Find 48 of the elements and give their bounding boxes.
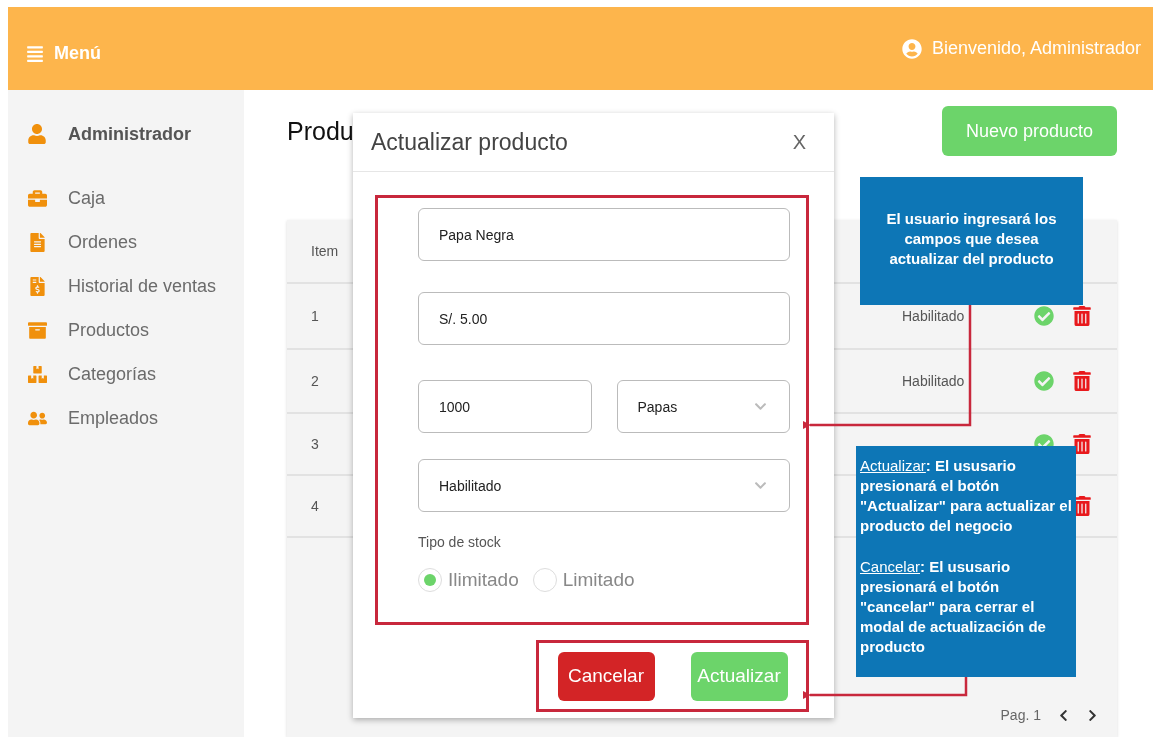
cancel-button[interactable]: Cancelar [557,651,655,701]
sidebar-item[interactable]: Ordenes [68,231,138,253]
page-label: Pag. 1 [1000,707,1041,723]
trash-icon[interactable] [1072,306,1092,326]
table-cell: Habilitado [902,373,965,389]
sidebar-item[interactable]: Categorías [68,363,157,385]
invoice-icon[interactable] [27,276,47,296]
close-button[interactable]: X [792,130,806,154]
menu-icon[interactable] [26,44,44,63]
next-page-icon[interactable] [1086,708,1099,722]
input-field[interactable]: 1000 [418,380,592,433]
select-field[interactable]: Papas [616,380,790,433]
sidebar-item[interactable]: Empleados [68,407,159,429]
check-icon[interactable] [1034,306,1054,326]
modal-title: Actualizar producto [371,128,568,156]
table-cell: 4 [311,498,319,514]
user-icon [27,124,47,144]
page-title: Produ [287,116,354,146]
previous-page-icon[interactable] [1057,708,1070,722]
trash-icon[interactable] [1072,371,1092,391]
input-field[interactable]: Papa Negra [418,208,790,261]
input-field[interactable]: S/. 5.00 [418,292,790,345]
sidebar-item[interactable]: Caja [68,187,106,209]
callout-text: El usuario ingresará los campos que desea actualizar del producto [885,209,1058,269]
select-field[interactable]: Habilitado [418,459,790,512]
sidebar-user: Administrador [68,123,191,145]
callout-text: Cancelar: El ususario presionará el botón "cancelar" para cerrar el modal de actualización de producto [860,557,1047,657]
chevron-down-icon[interactable] [754,400,767,413]
check-icon[interactable] [1034,371,1054,391]
callout-text: Actualizar: El ususario presionará el botón "Actualizar" para actualizar el producto del negocio [860,456,1072,536]
table-cell: 3 [311,436,319,452]
table-cell: 2 [311,373,319,389]
radio-option[interactable]: Limitado [532,568,635,592]
sidebar-item[interactable]: Historial de ventas [68,275,217,297]
archive-icon[interactable] [27,320,47,340]
table-cell: 1 [311,308,319,324]
document-icon[interactable] [27,232,47,252]
user-icon [901,38,922,59]
boxes-icon[interactable] [27,364,47,384]
trash-icon[interactable] [1072,434,1092,454]
briefcase-icon[interactable] [27,188,47,208]
chevron-down-icon[interactable] [754,479,767,492]
greeting: Bienvenido, Administrador [931,38,1141,59]
radio-option[interactable]: Ilimitado [418,568,519,592]
column-header: Item [311,243,339,259]
field-label: Tipo de stock [418,534,502,550]
table-cell: Habilitado [902,308,965,324]
sidebar-item[interactable]: Productos [68,319,150,341]
